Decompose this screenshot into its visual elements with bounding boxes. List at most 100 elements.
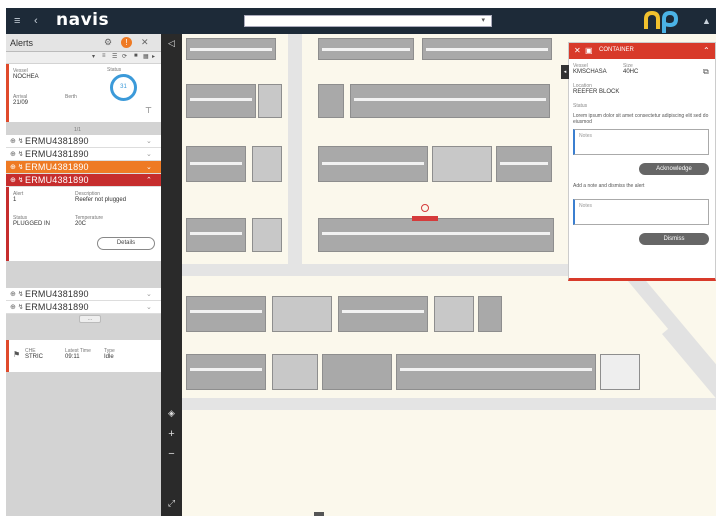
reefer-icon: ⊕ ↯ [10,291,24,298]
equipment-icon: ⚑ [13,350,21,359]
panel-title: CONTAINER [599,47,634,53]
collapse-icon[interactable]: ◁ [161,38,182,49]
layers-icon[interactable]: ◈ [161,408,182,419]
hamburger-menu-icon[interactable]: ≡ [14,15,20,27]
close-icon[interactable]: ✕ [141,37,149,48]
warning-badge[interactable]: ! [121,37,132,48]
block-row [322,48,410,51]
container-row[interactable]: ⊕ ↯ ERMU4381890 ⌄ [6,301,161,314]
container-block[interactable] [434,296,474,332]
container-row[interactable]: ⊕ ↯ ERMU4381890 ⌄ [6,288,161,301]
expand-icon[interactable]: ⤢ [161,498,182,509]
container-row[interactable]: ⊕ ↯ ERMU4381890 ⌄ [6,148,161,161]
block-row [190,310,262,313]
map-scrollbar[interactable] [314,512,324,516]
status-label: Status [573,103,588,109]
filter-icon[interactable]: ▾ [92,53,95,60]
container-block[interactable] [600,354,640,390]
temperature-value: 20C [75,221,87,227]
alert-description: Lorem ipsum dolor sit amet consectetur a… [573,113,709,125]
size-value: 40HC [623,69,639,75]
reefer-icon: ⊕ ↯ [10,177,24,184]
chevron-down-icon[interactable]: ▾ [481,16,485,24]
alert-marker-icon[interactable] [421,204,429,212]
note-input-2[interactable]: Notes [573,199,709,225]
container-block[interactable] [186,354,266,390]
acknowledge-button[interactable]: Acknowledge [639,163,709,175]
container-block[interactable] [318,218,554,252]
back-arrow-icon[interactable]: ‹ [34,15,38,27]
location-value: REEFER BLOCK [573,89,620,95]
alert-marker[interactable] [412,216,438,221]
section-counter: 1/1 [74,127,81,133]
note-input[interactable]: Notes [573,129,709,155]
type-value: Idle [104,354,114,360]
vessel-berth-label: Berth [65,94,77,100]
dismiss-button[interactable]: Dismiss [639,233,709,245]
zoom-out-button[interactable]: − [161,448,182,460]
expand-panel-icon[interactable]: ▸ [152,53,155,60]
container-block[interactable] [478,296,502,332]
chevron-down-icon[interactable]: ⌄ [146,150,152,158]
container-block[interactable] [322,354,392,390]
chevron-up-icon[interactable]: ⌃ [703,46,710,55]
chevron-down-icon[interactable]: ⌄ [146,303,152,311]
note-placeholder: Notes [579,133,593,139]
container-id: ERMU4381890 [25,149,89,159]
dismiss-description: Add a note and dismiss the alert [573,183,645,189]
close-icon[interactable]: ✕ [574,46,581,55]
vessel-name-value: NOCHEA [13,74,39,80]
description-value: Reefer not plugged [75,197,127,203]
app-window: ≡ ‹ navis ▾ ▲ Alerts ⚙ ! ✕ ▾ ≡ ☰ ⟳ ■ ▦ ▸ [6,8,716,516]
user-icon[interactable]: ▲ [702,16,711,26]
vessel-alert-card[interactable]: Vessel NOCHEA Status Arrival 21/09 Berth… [6,64,161,122]
block-row [190,48,272,51]
block-row [500,162,548,165]
details-button[interactable]: Details [97,237,155,250]
container-block[interactable] [258,84,282,118]
panel-toggle-tab[interactable]: ◂ [561,65,569,79]
chevron-down-icon[interactable]: ⌄ [146,137,152,145]
container-row[interactable]: ⊕ ↯ ERMU4381890 ⌄ [6,135,161,148]
container-block[interactable] [186,218,246,252]
container-block[interactable] [252,218,282,252]
chevron-down-icon[interactable]: ⌄ [146,163,152,171]
app-logo: navis [56,10,110,30]
refresh-icon[interactable]: ⟳ [122,53,127,60]
container-row-warning[interactable]: ⊕ ↯ ERMU4381890 ⌄ [6,161,161,174]
container-id: ERMU4381890 [25,302,89,312]
sort-icon[interactable]: ≡ [102,53,106,59]
block-row [190,162,242,165]
block-row [354,98,546,101]
container-block[interactable] [318,84,344,118]
container-block[interactable] [272,354,318,390]
container-row-critical[interactable]: ⊕ ↯ ERMU4381890 ⌃ [6,174,161,187]
block-row [426,48,548,51]
list-icon[interactable]: ☰ [112,53,117,60]
chevron-up-icon[interactable]: ⌃ [146,176,152,184]
copy-icon[interactable]: ⧉ [703,67,709,77]
container-block[interactable] [186,296,266,332]
settings-icon[interactable]: ⚙ [104,37,112,48]
container-block[interactable] [350,84,550,118]
alert-flag-icon[interactable]: ■ [134,53,138,59]
container-block[interactable] [272,296,332,332]
container-block[interactable] [432,146,492,182]
grid-icon[interactable]: ▦ [143,53,149,60]
zoom-in-button[interactable]: + [161,428,182,440]
alerts-toolbar: ▾ ≡ ☰ ⟳ ■ ▦ ▸ [6,52,161,63]
top-bar: ≡ ‹ navis ▾ ▲ [6,8,716,34]
container-block[interactable] [338,296,428,332]
road [182,398,716,410]
search-input[interactable]: ▾ [244,15,492,27]
pin-icon[interactable]: ⊤ [145,106,152,115]
equipment-alert-card[interactable]: ⚑ CHE STRIC Latest Time 09:11 Type Idle [6,340,161,372]
show-more-button[interactable]: ... [79,315,101,323]
container-block[interactable] [186,84,256,118]
container-block[interactable] [252,146,282,182]
chevron-down-icon[interactable]: ⌄ [146,290,152,298]
map-toolbar: ◁ ◈ + − ⤢ [161,34,182,516]
alerts-title: Alerts [10,38,34,48]
container-block[interactable] [396,354,596,390]
container-detail-panel: ◂ ✕ ▣ CONTAINER ⌃ Vessel KMSCHASA Size 4… [561,42,716,281]
